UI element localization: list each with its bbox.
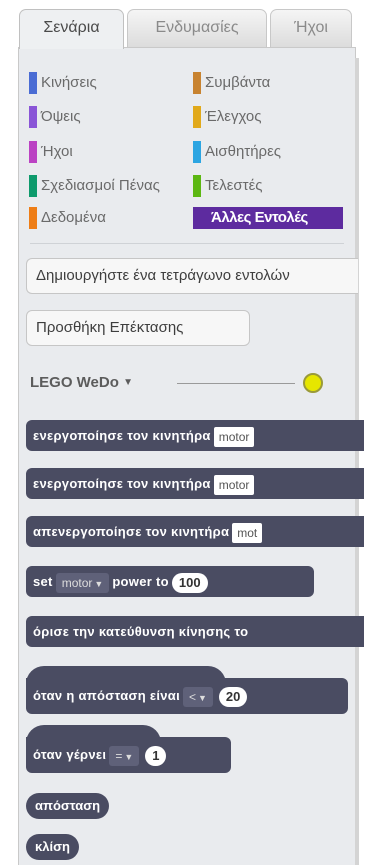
block-text: όρισε την κατεύθυνση κίνησης το [33,624,249,639]
operator-dropdown[interactable]: < ▼ [182,686,213,707]
category-label: Έλεγχος [205,108,262,125]
block-text: power to [112,574,169,589]
category-operators[interactable]: Τελεστές [193,175,343,197]
distance-input[interactable]: 20 [218,686,248,707]
reporter-distance[interactable]: απόσταση [26,793,110,819]
category-label: Ήχοι [41,143,73,160]
block-text: ενεργοποίησε τον κινητήρα [33,428,211,443]
block-text: όταν η απόσταση είναι [33,688,180,703]
hat-block-distance[interactable]: όταν η απόσταση είναι < ▼ 20 [26,678,348,714]
category-looks[interactable]: Όψεις [29,106,179,128]
category-control[interactable]: Έλεγχος [193,106,343,128]
block-set-power[interactable]: set motor ▼ power to 100 [26,566,314,597]
category-motion[interactable]: Κινήσεις [29,72,179,94]
block-motor-on[interactable]: ενεργοποίησε τον κινητήρα motor [26,420,364,451]
caret-down-icon: ▼ [94,578,104,589]
tilt-input[interactable]: 1 [145,745,167,766]
power-input[interactable]: 100 [171,572,208,593]
category-label: Συμβάντα [205,74,271,91]
block-text: ενεργοποίησε τον κινητήρα [33,476,211,491]
hat-block-tilt[interactable]: όταν γέρνει = ▼ 1 [26,737,231,773]
category-events[interactable]: Συμβάντα [193,72,343,94]
extension-status-indicator [303,373,323,393]
category-label: Κινήσεις [41,74,97,91]
category-color-swatch [193,141,201,163]
dropdown-value: < [188,689,196,704]
block-motor-on-2[interactable]: ενεργοποίησε τον κινητήρα motor [26,468,364,499]
category-label: Δεδομένα [41,209,106,226]
dropdown-value: motor [61,575,93,590]
block-set-direction[interactable]: όρισε την κατεύθυνση κίνησης το [26,616,364,647]
category-divider [30,243,344,244]
category-color-swatch [29,106,37,128]
reporter-tilt[interactable]: κλίση [26,834,79,860]
motor-dropdown[interactable]: motor ▼ [55,572,110,593]
category-label: Τελεστές [205,177,263,194]
make-block-button[interactable]: Δημιουργήστε ένα τετράγωνο εντολών [26,258,358,294]
category-label: Αισθητήρες [205,143,281,160]
add-extension-button[interactable]: Προσθήκη Επέκτασης [26,310,250,346]
extension-header[interactable]: LEGO WeDo ▼ [30,372,133,394]
extension-header-line [177,383,295,384]
category-label: Όψεις [41,108,81,125]
tab-sounds[interactable]: Ήχοι [270,9,352,47]
tab-costumes[interactable]: Ενδυμασίες [127,9,267,47]
tab-scripts[interactable]: Σενάρια [19,9,124,49]
caret-down-icon: ▼ [198,692,207,703]
category-pen[interactable]: Σχεδιασμοί Πένας [29,175,194,197]
category-sensing[interactable]: Αισθητήρες [193,141,343,163]
motor-field[interactable]: mot [232,522,263,543]
category-data[interactable]: Δεδομένα [29,207,179,229]
category-color-swatch [193,106,201,128]
block-text: set [33,574,53,589]
category-more-blocks[interactable]: Άλλες Εντολές [193,207,343,229]
operator-dropdown[interactable]: = ▼ [109,745,140,766]
category-color-swatch [29,175,37,197]
category-sound[interactable]: Ήχοι [29,141,179,163]
palette-scrollbar[interactable] [355,58,359,865]
category-color-swatch [29,207,37,229]
motor-field[interactable]: motor [213,426,255,447]
category-color-swatch [29,141,37,163]
motor-field[interactable]: motor [213,474,255,495]
dropdown-value: = [115,748,123,763]
category-color-swatch [193,175,201,197]
block-text: όταν γέρνει [33,747,107,762]
category-color-swatch [29,72,37,94]
sprite-tabs: Ενδυμασίες Ήχοι Σενάρια [0,0,369,49]
category-color-swatch [193,72,201,94]
caret-down-icon: ▼ [124,751,134,762]
block-motor-off[interactable]: απενεργοποίησε τον κινητήρα mot [26,516,364,547]
dropdown-arrow-icon[interactable]: ▼ [123,377,133,388]
extension-title: LEGO WeDo [30,374,119,391]
block-text: απενεργοποίησε τον κινητήρα [33,524,230,539]
category-label: Σχεδιασμοί Πένας [41,177,160,194]
category-label: Άλλες Εντολές [211,209,308,226]
